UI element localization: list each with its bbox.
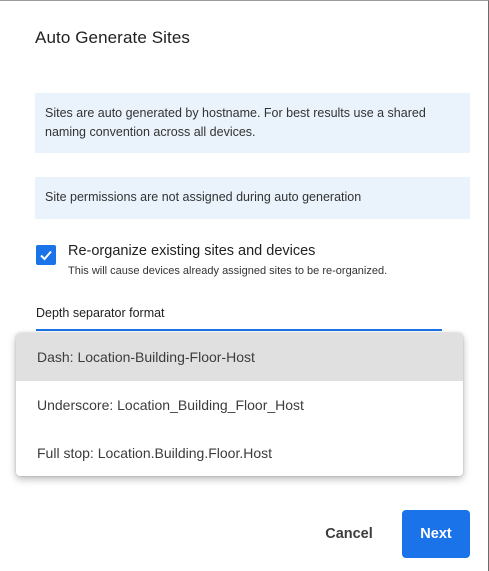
depth-separator-label: Depth separator format — [36, 306, 165, 320]
depth-separator-dropdown: Dash: Location-Building-Floor-Host Under… — [16, 333, 463, 476]
reorganize-checkbox-label[interactable]: Re-organize existing sites and devices — [68, 243, 315, 259]
info-site-permissions: Site permissions are not assigned during… — [35, 177, 470, 219]
dialog-title: Auto Generate Sites — [35, 28, 190, 47]
option-full-stop[interactable]: Full stop: Location.Building.Floor.Host — [16, 429, 463, 476]
info-naming-convention: Sites are auto generated by hostname. Fo… — [35, 93, 470, 153]
reorganize-help-text: This will cause devices already assigned… — [68, 265, 388, 277]
option-dash[interactable]: Dash: Location-Building-Floor-Host — [16, 333, 463, 381]
next-button[interactable]: Next — [402, 510, 470, 558]
cancel-button[interactable]: Cancel — [310, 510, 388, 558]
option-underscore[interactable]: Underscore: Location_Building_Floor_Host — [16, 381, 463, 429]
auto-generate-sites-dialog: Auto Generate Sites Sites are auto gener… — [0, 0, 489, 571]
depth-separator-select-underline[interactable] — [36, 329, 442, 331]
checkmark-icon — [40, 250, 52, 261]
reorganize-checkbox[interactable] — [36, 245, 56, 265]
